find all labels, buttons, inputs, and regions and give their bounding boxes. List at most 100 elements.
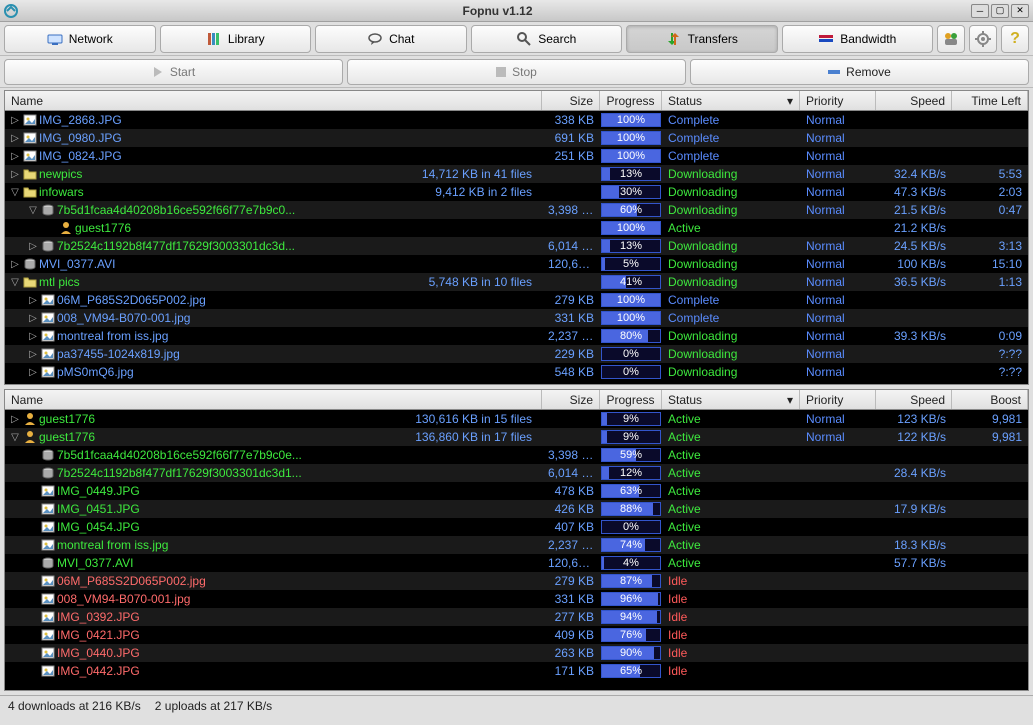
expand-arrow-icon[interactable]: ▷ xyxy=(9,151,21,162)
close-button[interactable]: ✕ xyxy=(1011,4,1029,18)
table-row[interactable]: ▽7b5d1fcaa4d40208b16ce592f66f77e7b9c0...… xyxy=(5,201,1028,219)
table-row[interactable]: 7b5d1fcaa4d40208b16ce592f66f77e7b9c0e...… xyxy=(5,446,1028,464)
expand-arrow-icon[interactable]: ▷ xyxy=(9,259,21,270)
item-name: IMG_0442.JPG xyxy=(57,664,140,678)
table-row[interactable]: ▷newpics14,712 KB in 41 files13%Download… xyxy=(5,165,1028,183)
expand-arrow-icon[interactable]: ▽ xyxy=(9,277,21,288)
table-row[interactable]: ▽mtl pics5,748 KB in 10 files41%Download… xyxy=(5,273,1028,291)
users-button[interactable] xyxy=(937,25,965,53)
table-row[interactable]: IMG_0442.JPG171 KB65%Idle xyxy=(5,662,1028,680)
table-row[interactable]: montreal from iss.jpg2,237 KB74%Active18… xyxy=(5,536,1028,554)
table-row[interactable]: 06M_P685S2D065P002.jpg279 KB87%Idle xyxy=(5,572,1028,590)
status-bar: 4 downloads at 216 KB/s 2 uploads at 217… xyxy=(0,695,1033,715)
col-size[interactable]: Size xyxy=(542,91,600,110)
col-priority[interactable]: Priority xyxy=(800,390,876,409)
expand-arrow-icon[interactable]: ▽ xyxy=(27,205,39,216)
expand-arrow-icon[interactable]: ▽ xyxy=(9,432,21,443)
table-row[interactable]: ▽infowars9,412 KB in 2 files30%Downloadi… xyxy=(5,183,1028,201)
image-icon xyxy=(41,293,55,307)
table-row[interactable]: ▷IMG_0980.JPG691 KB100%CompleteNormal xyxy=(5,129,1028,147)
col-name[interactable]: Name xyxy=(5,390,542,409)
table-row[interactable]: IMG_0440.JPG263 KB90%Idle xyxy=(5,644,1028,662)
expand-arrow-icon[interactable]: ▷ xyxy=(9,169,21,180)
downloads-header: Name Size Progress Status▾ Priority Spee… xyxy=(5,91,1028,111)
expand-arrow-icon[interactable]: ▷ xyxy=(9,414,21,425)
progress-bar: 88% xyxy=(601,502,661,516)
table-row[interactable]: IMG_0451.JPG426 KB88%Active17.9 KB/s xyxy=(5,500,1028,518)
item-name: IMG_0449.JPG xyxy=(57,484,140,498)
item-name: 008_VM94-B070-001.jpg xyxy=(57,592,190,606)
col-status[interactable]: Status▾ xyxy=(662,390,800,409)
table-row[interactable]: ▷IMG_2868.JPG338 KB100%CompleteNormal xyxy=(5,111,1028,129)
expand-arrow-icon[interactable]: ▷ xyxy=(9,133,21,144)
expand-arrow-icon[interactable]: ▷ xyxy=(27,367,39,378)
col-name[interactable]: Name xyxy=(5,91,542,110)
image-icon xyxy=(23,149,37,163)
col-timeleft[interactable]: Time Left xyxy=(952,91,1028,110)
table-row[interactable]: ▷06M_P685S2D065P002.jpg279 KB100%Complet… xyxy=(5,291,1028,309)
titlebar[interactable]: Fopnu v1.12 ─ ▢ ✕ xyxy=(0,0,1033,22)
remove-button[interactable]: Remove xyxy=(690,59,1029,85)
table-row[interactable]: 008_VM94-B070-001.jpg331 KB96%Idle xyxy=(5,590,1028,608)
item-name: pMS0mQ6.jpg xyxy=(57,365,134,379)
start-button[interactable]: Start xyxy=(4,59,343,85)
uploads-panel[interactable]: Name Size Progress Status▾ Priority Spee… xyxy=(4,389,1029,691)
tab-network[interactable]: Network xyxy=(4,25,156,53)
tab-library[interactable]: Library xyxy=(160,25,312,53)
progress-bar: 100% xyxy=(601,311,661,325)
table-row[interactable]: ▷montreal from iss.jpg2,237 KB80%Downloa… xyxy=(5,327,1028,345)
table-row[interactable]: MVI_0377.AVI120,653 KB4%Active57.7 KB/s xyxy=(5,554,1028,572)
table-row[interactable]: IMG_0421.JPG409 KB76%Idle xyxy=(5,626,1028,644)
col-status[interactable]: Status▾ xyxy=(662,91,800,110)
col-priority[interactable]: Priority xyxy=(800,91,876,110)
expand-arrow-icon[interactable]: ▽ xyxy=(9,187,21,198)
table-row[interactable]: ▷MVI_0377.AVI120,653 KB5%DownloadingNorm… xyxy=(5,255,1028,273)
expand-arrow-icon[interactable]: ▷ xyxy=(27,295,39,306)
table-row[interactable]: IMG_0392.JPG277 KB94%Idle xyxy=(5,608,1028,626)
progress-bar: 94% xyxy=(601,610,661,624)
progress-bar: 13% xyxy=(601,239,661,253)
progress-bar: 60% xyxy=(601,203,661,217)
table-row[interactable]: ▷guest1776130,616 KB in 15 files9%Active… xyxy=(5,410,1028,428)
expand-arrow-icon[interactable]: ▷ xyxy=(27,241,39,252)
folder-icon xyxy=(23,167,37,181)
downloads-panel[interactable]: Name Size Progress Status▾ Priority Spee… xyxy=(4,90,1029,385)
col-size[interactable]: Size xyxy=(542,390,600,409)
stop-button[interactable]: Stop xyxy=(347,59,686,85)
col-progress[interactable]: Progress xyxy=(600,390,662,409)
col-speed[interactable]: Speed xyxy=(876,390,952,409)
image-icon xyxy=(41,610,55,624)
progress-bar: 65% xyxy=(601,664,661,678)
settings-button[interactable] xyxy=(969,25,997,53)
table-row[interactable]: ▷pMS0mQ6.jpg548 KB0%DownloadingNormal?:?… xyxy=(5,363,1028,381)
col-speed[interactable]: Speed xyxy=(876,91,952,110)
progress-bar: 9% xyxy=(601,412,661,426)
table-row[interactable]: IMG_0454.JPG407 KB0%Active xyxy=(5,518,1028,536)
expand-arrow-icon[interactable]: ▷ xyxy=(27,313,39,324)
expand-arrow-icon[interactable]: ▷ xyxy=(27,331,39,342)
col-boost[interactable]: Boost xyxy=(952,390,1028,409)
table-row[interactable]: ▷7b2524c1192b8f477df17629f3003301dc3d...… xyxy=(5,237,1028,255)
table-row[interactable]: ▽guest1776136,860 KB in 17 files9%Active… xyxy=(5,428,1028,446)
table-row[interactable]: IMG_0449.JPG478 KB63%Active xyxy=(5,482,1028,500)
expand-arrow-icon[interactable]: ▷ xyxy=(27,349,39,360)
progress-bar: 74% xyxy=(601,538,661,552)
item-name: guest1776 xyxy=(75,221,131,235)
minimize-button[interactable]: ─ xyxy=(971,4,989,18)
table-row[interactable]: ▷IMG_0824.JPG251 KB100%CompleteNormal xyxy=(5,147,1028,165)
maximize-button[interactable]: ▢ xyxy=(991,4,1009,18)
tab-chat[interactable]: Chat xyxy=(315,25,467,53)
uploads-header: Name Size Progress Status▾ Priority Spee… xyxy=(5,390,1028,410)
expand-arrow-icon[interactable]: ▷ xyxy=(9,115,21,126)
tab-bandwidth[interactable]: Bandwidth xyxy=(782,25,934,53)
table-row[interactable]: 7b2524c1192b8f477df17629f3003301dc3d1...… xyxy=(5,464,1028,482)
progress-bar: 63% xyxy=(601,484,661,498)
image-icon xyxy=(41,502,55,516)
col-progress[interactable]: Progress xyxy=(600,91,662,110)
table-row[interactable]: guest1776100%Active21.2 KB/s xyxy=(5,219,1028,237)
tab-transfers[interactable]: Transfers xyxy=(626,25,778,53)
table-row[interactable]: ▷008_VM94-B070-001.jpg331 KB100%Complete… xyxy=(5,309,1028,327)
tab-search[interactable]: Search xyxy=(471,25,623,53)
table-row[interactable]: ▷pa37455-1024x819.jpg229 KB0%Downloading… xyxy=(5,345,1028,363)
help-button[interactable]: ? xyxy=(1001,25,1029,53)
